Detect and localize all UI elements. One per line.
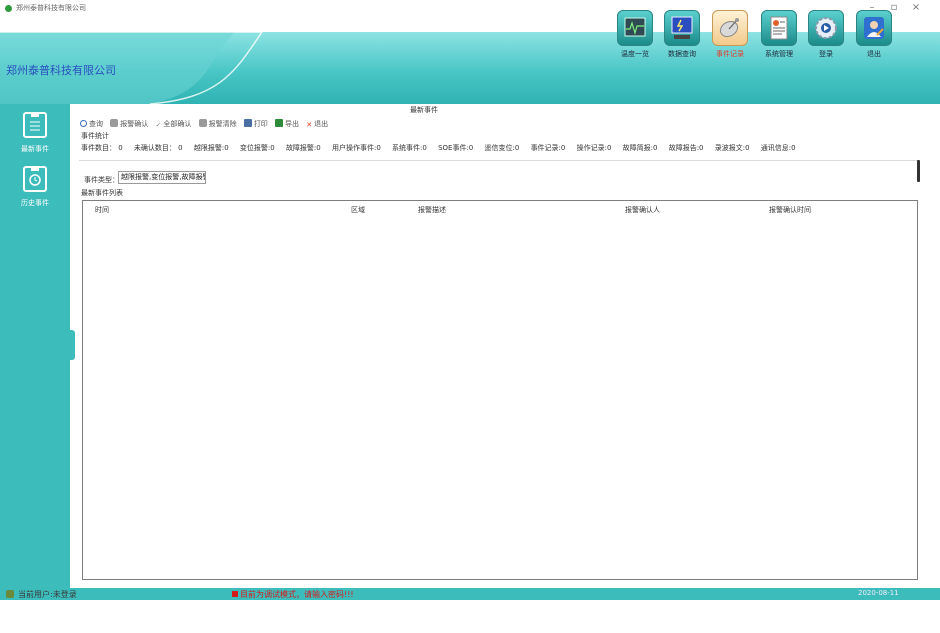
search-button[interactable]: 查询 xyxy=(80,119,103,129)
stat-displacement-alarm: 变位报警:0 xyxy=(239,144,275,152)
event-list-label: 最新事件列表 xyxy=(81,189,123,197)
nav-login[interactable]: 登录 xyxy=(804,10,848,59)
stat-system-event: 系统事件:0 xyxy=(392,144,427,152)
temperature-chart-icon xyxy=(617,10,653,46)
system-document-icon xyxy=(761,10,797,46)
event-table: 时间 区域 报警描述 报警确认人 报警确认时间 xyxy=(82,200,918,580)
clipboard-list-icon xyxy=(23,112,47,138)
close-x-icon: ✕ xyxy=(306,121,313,129)
column-header-confirmer[interactable]: 报警确认人 xyxy=(625,205,660,215)
stat-over-limit-alarm: 越限报警:0 xyxy=(193,144,229,152)
user-icon xyxy=(6,590,14,598)
event-satellite-icon xyxy=(712,10,748,46)
column-header-confirm-time[interactable]: 报警确认时间 xyxy=(769,205,811,215)
nav-temperature-overview[interactable]: 温度一览 xyxy=(613,10,657,59)
page-title: 最新事件 xyxy=(410,106,438,114)
event-type-select[interactable]: 越限报警,变位报警,故障报警 ⌵ xyxy=(118,171,206,184)
stat-fault-alarm: 故障报警:0 xyxy=(285,144,321,152)
company-name: 郑州泰普科技有限公司 xyxy=(6,64,116,77)
alarm-confirm-button[interactable]: 报警确认 xyxy=(110,119,148,129)
stat-fault-brief: 故障简报:0 xyxy=(622,144,658,152)
print-button[interactable]: 打印 xyxy=(243,119,268,129)
alarm-clear-button[interactable]: 报警清除 xyxy=(198,119,237,129)
stat-wave-record: 录波报文:0 xyxy=(714,144,750,152)
data-monitor-icon xyxy=(664,10,700,46)
nav-system-management[interactable]: 系统管理 xyxy=(757,10,801,59)
stat-total-events: 事件数目： 0 xyxy=(81,144,123,152)
stat-soe-event: SOE事件:0 xyxy=(438,144,474,152)
current-user-status: 当前用户:未登录 xyxy=(18,590,77,599)
user-confirm-icon xyxy=(110,119,119,127)
stat-user-operation: 用户操作事件:0 xyxy=(331,144,381,152)
nav-label: 温度一览 xyxy=(621,50,649,58)
warning-icon xyxy=(232,591,238,597)
clipboard-clock-icon xyxy=(23,166,47,192)
nav-label: 登录 xyxy=(819,50,833,58)
stat-event-record: 事件记录:0 xyxy=(530,144,566,152)
check-all-icon: ✓ xyxy=(155,121,162,129)
scrollbar-thumb[interactable] xyxy=(917,160,920,182)
close-button[interactable]: × xyxy=(908,2,924,13)
event-statistics: 事件数目： 0 未确认数目： 0 越限报警:0 变位报警:0 故障报警:0 用户… xyxy=(81,143,805,153)
stat-fault-report: 故障报告:0 xyxy=(668,144,704,152)
stat-remote-signal: 遥信变位:0 xyxy=(484,144,520,152)
chevron-down-icon: ⌵ xyxy=(197,173,203,181)
login-gear-icon xyxy=(808,10,844,46)
printer-icon xyxy=(243,119,252,127)
exit-button[interactable]: ✕ 退出 xyxy=(306,119,328,129)
nav-label: 系统管理 xyxy=(765,50,793,58)
divider xyxy=(79,160,919,161)
app-logo-icon xyxy=(5,5,12,12)
column-header-area[interactable]: 区域 xyxy=(351,205,365,215)
export-button[interactable]: 导出 xyxy=(275,119,299,129)
export-icon xyxy=(275,119,284,127)
event-statistics-label: 事件统计 xyxy=(81,132,109,140)
event-type-label: 事件类型： xyxy=(84,176,119,184)
stat-communication: 通讯信息:0 xyxy=(760,144,796,152)
logout-user-icon xyxy=(856,10,892,46)
search-icon xyxy=(80,120,87,127)
nav-label: 事件记录 xyxy=(716,50,744,58)
toolbar: 查询 报警确认 ✓ 全部确认 报警清除 打印 导出 ✕ 退出 xyxy=(80,119,333,129)
nav-label: 退出 xyxy=(867,50,881,58)
nav-logout[interactable]: 退出 xyxy=(852,10,896,59)
status-bar xyxy=(0,588,940,600)
nav-event-records[interactable]: 事件记录 xyxy=(708,10,752,59)
stat-unconfirmed: 未确认数目： 0 xyxy=(133,144,183,152)
sidebar-item-label: 最新事件 xyxy=(21,145,49,153)
nav-label: 数据查询 xyxy=(668,50,696,58)
sidebar-item-latest-events[interactable]: 最新事件 xyxy=(0,112,70,154)
window-title: 郑州泰普科技有限公司 xyxy=(16,4,86,12)
stat-operation-record: 操作记录:0 xyxy=(576,144,612,152)
user-clear-icon xyxy=(198,119,207,127)
debug-mode-warning: 目前为调试模式，请输入密码!!! xyxy=(232,589,354,600)
event-type-value: 越限报警,变位报警,故障报警 xyxy=(121,173,206,181)
column-header-alarm-description[interactable]: 报警描述 xyxy=(418,205,446,215)
confirm-all-button[interactable]: ✓ 全部确认 xyxy=(155,119,191,129)
sidebar-item-history-events[interactable]: 历史事件 xyxy=(0,166,70,208)
status-date: 2020-08-11 xyxy=(858,589,899,597)
column-header-time[interactable]: 时间 xyxy=(95,205,109,215)
nav-data-query[interactable]: 数据查询 xyxy=(660,10,704,59)
sidebar-item-label: 历史事件 xyxy=(21,199,49,207)
